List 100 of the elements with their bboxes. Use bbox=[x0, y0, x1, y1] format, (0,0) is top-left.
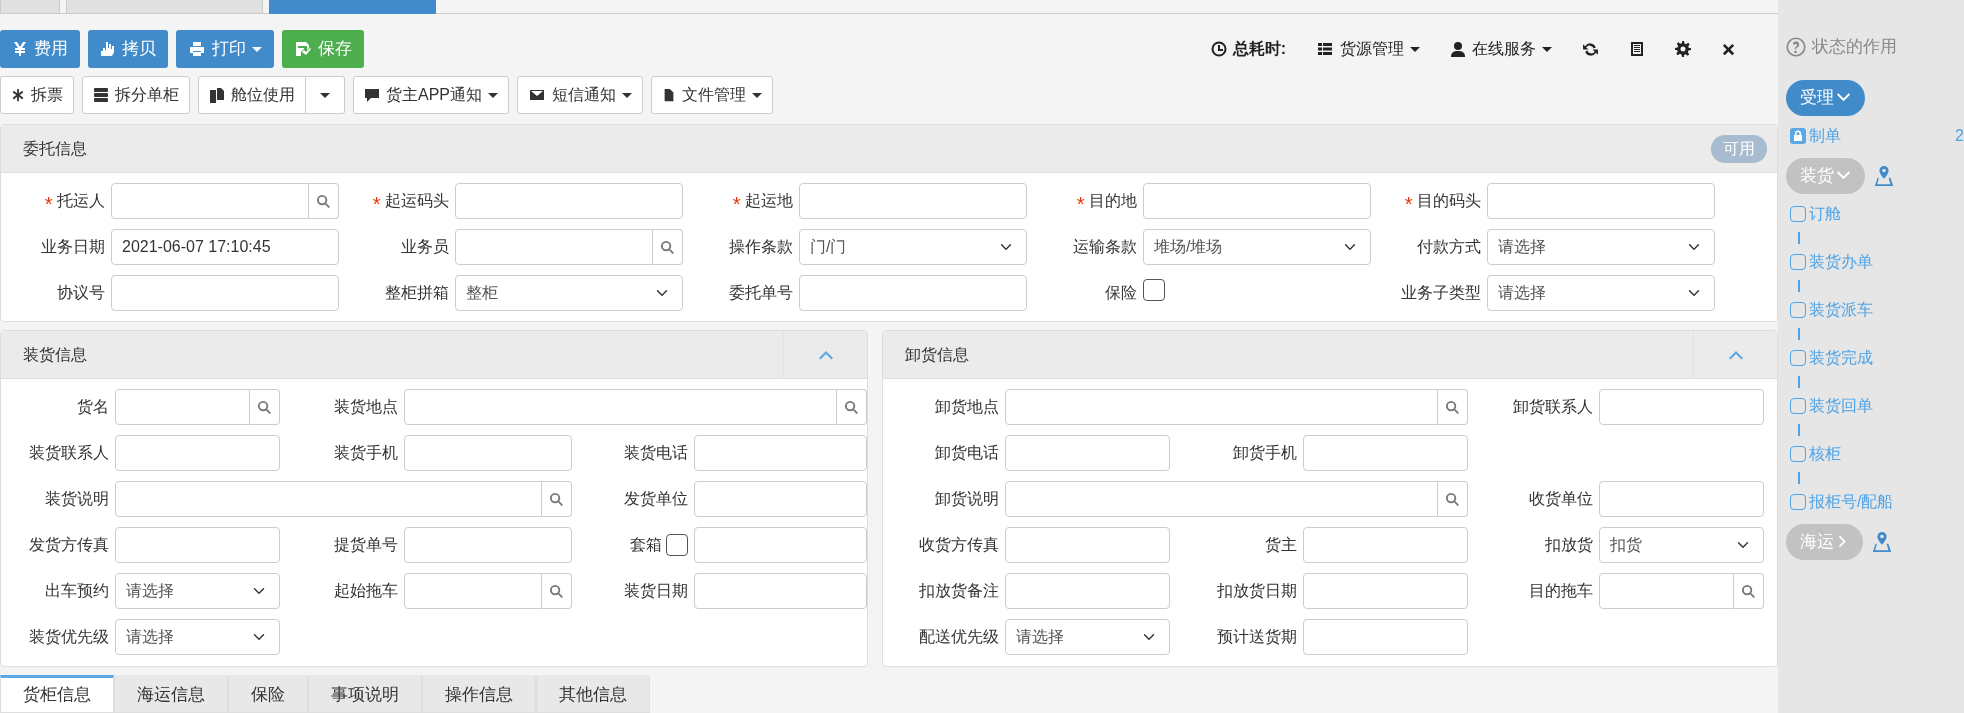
text-field[interactable] bbox=[115, 527, 280, 563]
search-button[interactable] bbox=[250, 389, 280, 425]
text-field[interactable] bbox=[694, 527, 867, 563]
text-field[interactable] bbox=[404, 435, 572, 471]
text-field[interactable] bbox=[455, 183, 683, 219]
help-icon bbox=[1786, 36, 1806, 57]
panel-title: 卸货信息 bbox=[904, 344, 969, 365]
text-field[interactable] bbox=[1599, 481, 1764, 517]
stage-button[interactable]: 受理 bbox=[1786, 79, 1865, 116]
elapsed-time-label: 总耗时: bbox=[1232, 39, 1286, 59]
text-field[interactable] bbox=[455, 229, 653, 265]
lock-icon bbox=[1790, 127, 1806, 144]
list-view-button[interactable] bbox=[1629, 41, 1645, 57]
hand-icon bbox=[100, 41, 116, 57]
field-label: 保险 bbox=[1105, 283, 1137, 303]
toolbar-button[interactable]: 短信通知 bbox=[517, 76, 643, 114]
text-field[interactable] bbox=[799, 183, 1027, 219]
field-label: 发货单位 bbox=[624, 489, 688, 509]
dropdown-field[interactable]: 整柜 bbox=[455, 275, 683, 311]
toolbar-button[interactable]: 文件管理 bbox=[651, 76, 773, 114]
search-button[interactable] bbox=[1438, 389, 1468, 425]
refresh-button[interactable] bbox=[1582, 40, 1599, 58]
text-field[interactable] bbox=[404, 389, 837, 425]
menu-button[interactable]: 在线服务 bbox=[1450, 37, 1552, 61]
toolbar-button[interactable]: 货主APP通知 bbox=[353, 76, 509, 114]
dropdown-field[interactable]: 请选择 bbox=[1487, 229, 1715, 265]
tab[interactable]: 其他信息 bbox=[536, 675, 650, 713]
dropdown-field[interactable]: 扣货 bbox=[1599, 527, 1764, 563]
search-button[interactable] bbox=[653, 229, 683, 265]
text-field[interactable] bbox=[1599, 389, 1764, 425]
text-field[interactable] bbox=[115, 481, 542, 517]
status-badge: 可用 bbox=[1711, 134, 1767, 163]
copy-button[interactable]: 拷贝 bbox=[88, 30, 168, 68]
close-button[interactable] bbox=[1721, 41, 1736, 57]
dropdown-toggle-button[interactable] bbox=[306, 76, 345, 114]
text-field[interactable] bbox=[404, 527, 572, 563]
search-button[interactable] bbox=[309, 183, 339, 219]
search-button[interactable] bbox=[1438, 481, 1468, 517]
checkbox[interactable] bbox=[1790, 301, 1806, 318]
search-button[interactable] bbox=[837, 389, 867, 425]
text-field[interactable] bbox=[1005, 527, 1170, 563]
search-button[interactable] bbox=[542, 481, 572, 517]
checkbox[interactable] bbox=[1790, 397, 1806, 414]
settings-button[interactable] bbox=[1675, 41, 1691, 57]
dropdown-field[interactable]: 请选择 bbox=[115, 573, 280, 609]
text-field[interactable] bbox=[1005, 389, 1438, 425]
field-label: 装货地点 bbox=[334, 397, 398, 417]
dropdown-field[interactable]: 请选择 bbox=[1005, 619, 1170, 655]
text-field[interactable] bbox=[1303, 435, 1468, 471]
chevron-right-icon bbox=[1836, 535, 1849, 548]
text-field[interactable] bbox=[404, 573, 542, 609]
text-field[interactable] bbox=[111, 275, 339, 311]
dropdown-field[interactable]: 堆场/堆场 bbox=[1143, 229, 1371, 265]
checkbox[interactable] bbox=[1790, 493, 1806, 510]
text-field[interactable] bbox=[115, 435, 280, 471]
text-field[interactable] bbox=[1143, 183, 1371, 219]
search-button[interactable] bbox=[1734, 573, 1764, 609]
tab[interactable]: 保险 bbox=[228, 675, 308, 713]
text-field[interactable] bbox=[115, 389, 250, 425]
dropdown-field[interactable]: 门/门 bbox=[799, 229, 1027, 265]
fee-button[interactable]: 费用 bbox=[0, 30, 80, 68]
tab[interactable] bbox=[0, 0, 60, 14]
tab[interactable]: 海运信息 bbox=[114, 675, 228, 713]
text-field[interactable]: 2021-06-07 17:10:45 bbox=[111, 229, 339, 265]
search-button[interactable] bbox=[542, 573, 572, 609]
checkbox[interactable] bbox=[666, 534, 688, 556]
text-field[interactable] bbox=[1487, 183, 1715, 219]
stack-icon bbox=[93, 87, 109, 103]
text-field[interactable] bbox=[1005, 435, 1170, 471]
dropdown-field[interactable]: 请选择 bbox=[1487, 275, 1715, 311]
tab[interactable] bbox=[66, 0, 263, 14]
checkbox[interactable] bbox=[1790, 349, 1806, 366]
tab[interactable]: 事项说明 bbox=[308, 675, 422, 713]
text-field[interactable] bbox=[694, 481, 867, 517]
save-icon bbox=[294, 41, 312, 57]
text-field[interactable] bbox=[694, 435, 867, 471]
tab[interactable]: 货柜信息 bbox=[0, 675, 114, 713]
checkbox[interactable] bbox=[1790, 253, 1806, 270]
checkbox[interactable] bbox=[1790, 205, 1806, 222]
toolbar-button[interactable]: 拆分单柜 bbox=[82, 76, 190, 114]
text-field[interactable] bbox=[111, 183, 309, 219]
dropdown-field[interactable]: 请选择 bbox=[115, 619, 280, 655]
text-field[interactable] bbox=[1599, 573, 1734, 609]
toolbar-button[interactable]: 拆票 bbox=[0, 76, 74, 114]
caret-icon bbox=[1542, 46, 1552, 52]
text-field[interactable] bbox=[1005, 573, 1170, 609]
text-field[interactable] bbox=[1303, 619, 1468, 655]
text-field[interactable] bbox=[1005, 481, 1438, 517]
text-field[interactable] bbox=[694, 573, 867, 609]
toolbar-button[interactable]: 舱位使用 bbox=[198, 76, 306, 114]
print-button[interactable]: 打印 bbox=[176, 30, 274, 68]
text-field[interactable] bbox=[1303, 573, 1468, 609]
text-field[interactable] bbox=[799, 275, 1027, 311]
checkbox[interactable] bbox=[1143, 278, 1165, 301]
tab[interactable]: 操作信息 bbox=[422, 675, 536, 713]
menu-button[interactable]: 货源管理 bbox=[1316, 37, 1420, 61]
tab[interactable] bbox=[269, 0, 436, 14]
text-field[interactable] bbox=[1303, 527, 1468, 563]
field-label: 货名 bbox=[77, 397, 109, 417]
checkbox[interactable] bbox=[1790, 445, 1806, 462]
